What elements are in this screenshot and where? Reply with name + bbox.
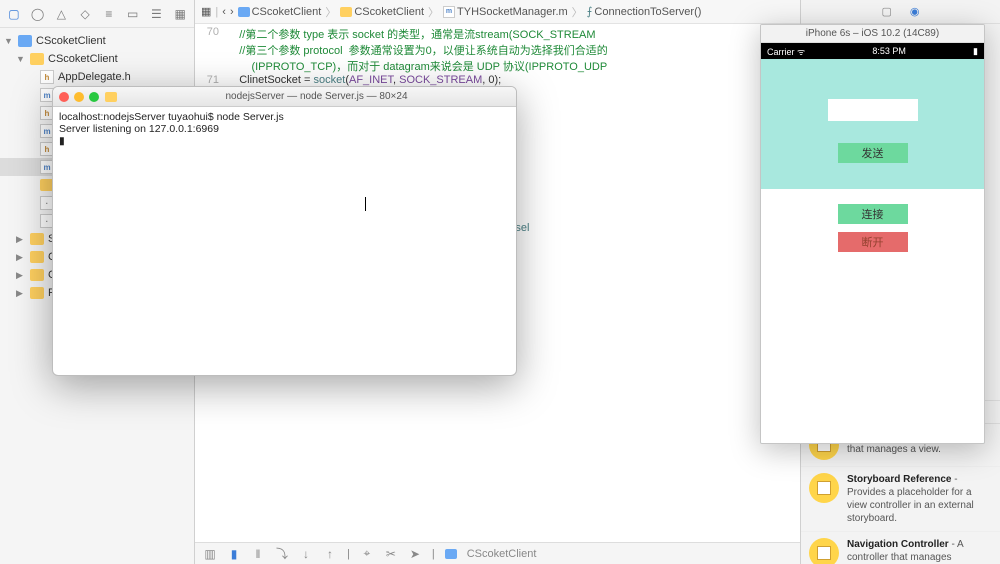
- folder-icon: [30, 233, 44, 245]
- debug-bar: ▥ ▮ ‖ ⤵ ↓ ↑ | ⌖ ✂ ➤ | CScoketClient: [195, 542, 800, 564]
- jumpbar-seg[interactable]: CScoketClient: [340, 6, 424, 18]
- inspector-tabs: ▢ ◉: [801, 0, 1000, 24]
- back-icon[interactable]: ‹: [222, 6, 226, 18]
- group-row[interactable]: ▼ CScoketClient: [0, 50, 194, 68]
- connect-button[interactable]: 连接: [838, 204, 908, 224]
- carrier-label: Carrier ᯤ: [767, 45, 805, 58]
- folder-icon: [30, 53, 44, 65]
- terminal-body[interactable]: localhost:nodejsServer tuyaohui$ node Se…: [53, 107, 516, 375]
- simulator-status-bar: Carrier ᯤ 8:53 PM ▮: [761, 43, 984, 59]
- simulator-title: iPhone 6s – iOS 10.2 (14C89): [761, 25, 984, 43]
- terminal-cursor-line: ▮: [59, 135, 510, 147]
- folder-tab-icon[interactable]: ▢: [6, 6, 22, 22]
- project-name: CScoketClient: [36, 35, 106, 47]
- send-button[interactable]: 发送: [838, 143, 908, 163]
- terminal-window[interactable]: nodejsServer — node Server.js — 80×24 lo…: [52, 86, 517, 376]
- close-icon[interactable]: [59, 92, 69, 102]
- terminal-line: Server listening on 127.0.0.1:6969: [59, 123, 510, 135]
- project-root[interactable]: ▼ CScoketClient: [0, 32, 194, 50]
- debug-tab-icon[interactable]: ≡: [101, 6, 117, 22]
- jumpbar-seg[interactable]: ⨍ConnectionToServer(): [587, 5, 702, 18]
- breakpoints-icon[interactable]: ▮: [227, 547, 241, 561]
- continue-icon[interactable]: ‖: [251, 547, 265, 561]
- target-icon: [445, 549, 457, 559]
- log-tab-icon[interactable]: ▦: [172, 6, 188, 22]
- folder-icon: [30, 251, 44, 263]
- h-file-icon: h: [40, 70, 54, 84]
- memory-graph-icon[interactable]: ✂: [384, 547, 398, 561]
- jumpbar-seg[interactable]: CScoketClient: [238, 6, 322, 18]
- jump-bar[interactable]: ▦ | ‹ › CScoketClient 〉 CScoketClient 〉 …: [195, 0, 800, 24]
- zoom-icon[interactable]: [89, 92, 99, 102]
- step-into-icon[interactable]: ↓: [299, 547, 313, 561]
- project-icon: [18, 35, 32, 47]
- text-input[interactable]: [828, 99, 918, 121]
- library-item[interactable]: Navigation Controller - A controller tha…: [801, 532, 1000, 564]
- step-over-icon[interactable]: ⤵: [275, 545, 289, 562]
- simulator-app-view: 发送 连接 断开: [761, 59, 984, 443]
- warning-tab-icon[interactable]: △: [54, 6, 70, 22]
- related-items-icon[interactable]: ▦: [201, 5, 211, 18]
- file-inspector-icon[interactable]: ▢: [881, 5, 891, 18]
- traffic-lights: [59, 92, 99, 102]
- hide-debug-icon[interactable]: ▥: [203, 547, 217, 561]
- controller-icon: [809, 538, 839, 564]
- debug-target[interactable]: CScoketClient: [467, 548, 537, 560]
- folder-icon: [105, 92, 117, 102]
- folder-icon: [30, 287, 44, 299]
- controller-icon: [809, 473, 839, 503]
- file-row[interactable]: hAppDelegate.h: [0, 68, 194, 86]
- library-item[interactable]: Storyboard Reference - Provides a placeh…: [801, 467, 1000, 532]
- navigator-tabs: ▢ ◯ △ ◇ ≡ ▭ ☰ ▦: [0, 0, 194, 28]
- battery-icon: ▮: [973, 46, 978, 57]
- object-library-list[interactable]: View Controller - A controller that mana…: [801, 424, 1000, 564]
- group-name: CScoketClient: [48, 53, 118, 65]
- terminal-titlebar[interactable]: nodejsServer — node Server.js — 80×24: [53, 87, 516, 107]
- tests-tab-icon[interactable]: ◇: [77, 6, 93, 22]
- disconnect-button[interactable]: 断开: [838, 232, 908, 252]
- quick-help-icon[interactable]: ◉: [910, 5, 920, 18]
- time-label: 8:53 PM: [872, 46, 906, 56]
- breakpoint-tab-icon[interactable]: ▭: [125, 6, 141, 22]
- report-tab-icon[interactable]: ☰: [149, 6, 165, 22]
- forward-icon[interactable]: ›: [230, 6, 234, 18]
- ios-simulator-window[interactable]: iPhone 6s – iOS 10.2 (14C89) Carrier ᯤ 8…: [760, 24, 985, 444]
- terminal-line: localhost:nodejsServer tuyaohui$ node Se…: [59, 111, 510, 123]
- minimize-icon[interactable]: [74, 92, 84, 102]
- step-out-icon[interactable]: ↑: [323, 547, 337, 561]
- jumpbar-seg[interactable]: mTYHSocketManager.m: [443, 6, 568, 18]
- location-icon[interactable]: ➤: [408, 547, 422, 561]
- folder-icon: [30, 269, 44, 281]
- terminal-title: nodejsServer — node Server.js — 80×24: [123, 91, 510, 102]
- find-tab-icon[interactable]: ◯: [30, 6, 46, 22]
- view-debug-icon[interactable]: ⌖: [360, 546, 374, 561]
